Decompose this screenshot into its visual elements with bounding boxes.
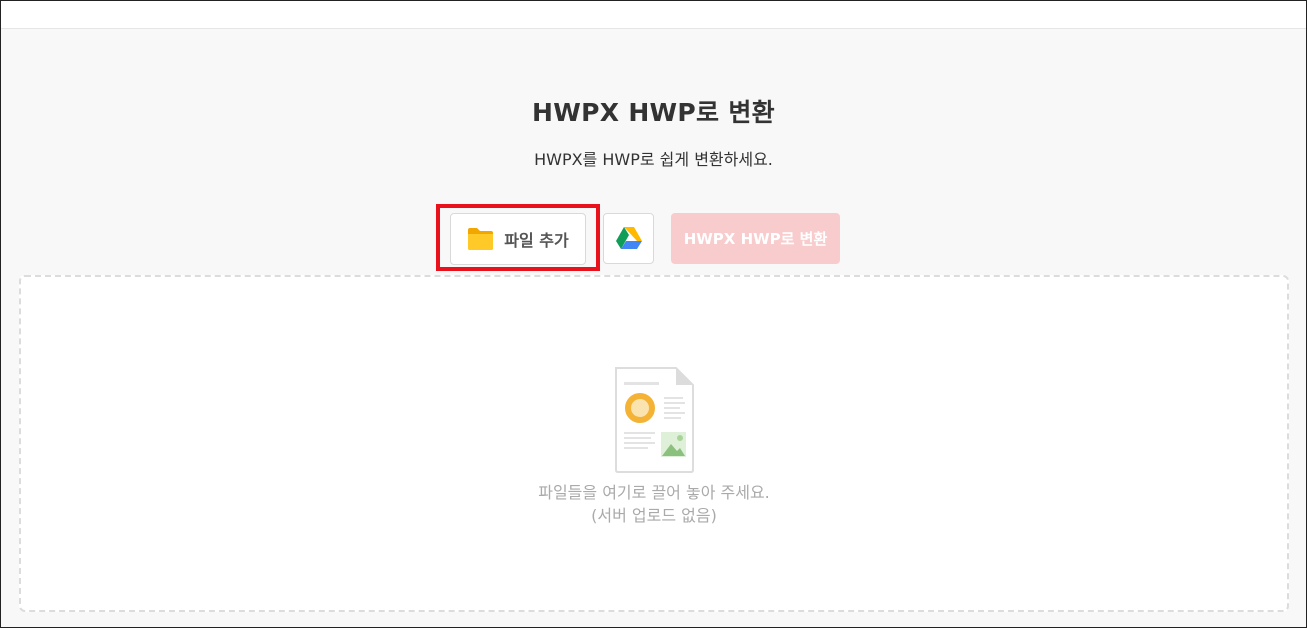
folder-icon: [467, 227, 494, 251]
top-bar: [1, 1, 1306, 29]
page-subtitle: HWPX를 HWP로 쉽게 변환하세요.: [534, 150, 773, 169]
page-title: HWPX HWP로 변환: [532, 98, 775, 127]
no-upload-note: (서버 업로드 없음): [591, 506, 717, 525]
google-drive-button[interactable]: [603, 213, 654, 264]
add-file-label: 파일 추가: [504, 231, 569, 250]
app-window: HWPX HWP로 변환 HWPX를 HWP로 쉽게 변환하세요. 파일 추가 …: [0, 0, 1307, 628]
add-file-button[interactable]: 파일 추가: [450, 213, 586, 265]
google-drive-icon: [615, 226, 643, 251]
document-illustration-icon: [614, 366, 695, 478]
drop-hint-text: 파일들을 여기로 끌어 놓아 주세요.: [538, 483, 770, 502]
convert-button[interactable]: HWPX HWP로 변환: [671, 213, 840, 264]
file-dropzone[interactable]: 파일들을 여기로 끌어 놓아 주세요. (서버 업로드 없음): [19, 275, 1289, 612]
